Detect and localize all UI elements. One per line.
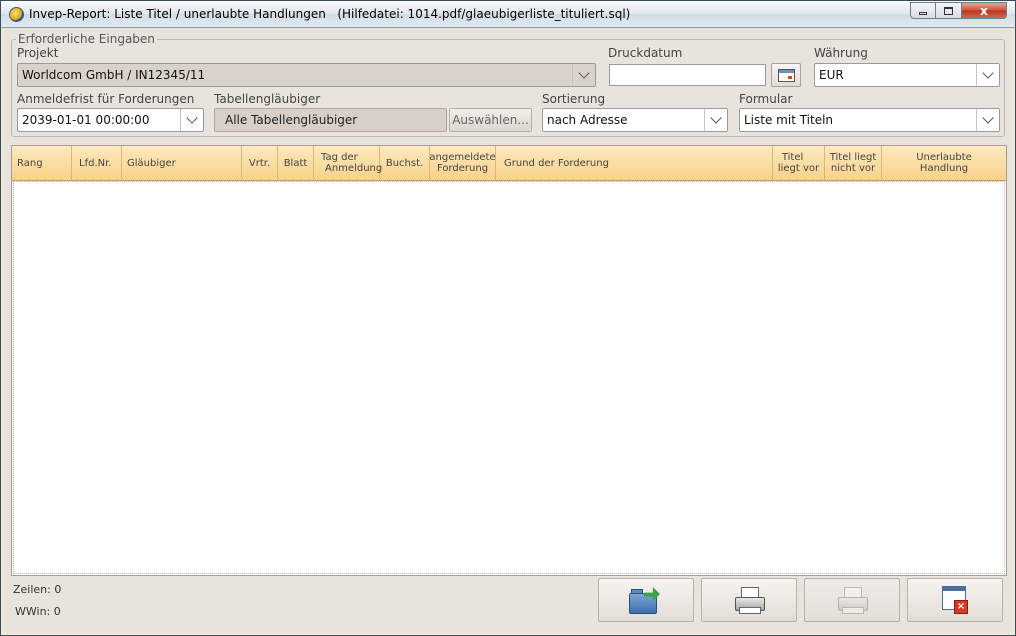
close-button[interactable]: x <box>962 2 1007 19</box>
formular-dropdown-button[interactable] <box>976 109 999 131</box>
window-title-text: Invep-Report: Liste Titel / unerlaubte H… <box>29 7 326 21</box>
window-controls: x <box>910 2 1007 19</box>
col-label: Buchst. <box>385 157 424 169</box>
anmeldefrist-combo[interactable]: 2039-01-01 00:00:00 <box>17 108 204 132</box>
col-header-blatt[interactable]: Blatt <box>278 146 314 180</box>
auswaehlen-button[interactable]: Auswählen... <box>449 108 532 132</box>
printer-preview-icon <box>837 587 868 614</box>
col-label: Tag der <box>321 152 358 163</box>
maximize-button[interactable] <box>936 2 962 19</box>
tabellenglaeubiger-field: Alle Tabellengläubiger <box>214 108 447 132</box>
minimize-button[interactable] <box>910 2 936 19</box>
projekt-value: Worldcom GmbH / IN12345/11 <box>22 68 206 82</box>
col-label: Forderung <box>436 163 489 174</box>
sortierung-value: nach Adresse <box>547 113 628 127</box>
waehrung-label: Währung <box>814 46 868 60</box>
col-label: Rang <box>17 157 43 169</box>
col-label: Titel <box>781 152 804 163</box>
chevron-down-icon <box>982 112 994 124</box>
col-label-two-line: Tag der Anmeldung <box>321 152 382 174</box>
col-label: Gläubiger <box>127 157 176 169</box>
folder-export-icon <box>629 587 663 614</box>
col-header-glaeubiger[interactable]: Gläubiger <box>122 146 242 180</box>
col-header-angemeldete-forderung[interactable]: angemeldete Forderung <box>429 146 496 180</box>
export-button[interactable] <box>598 578 694 622</box>
anmeldefrist-dropdown-button[interactable] <box>180 109 203 131</box>
col-label-two-line: Titel liegt nicht vor <box>830 152 877 174</box>
col-header-vrtr[interactable]: Vrtr. <box>242 146 278 180</box>
col-label-two-line: angemeldete Forderung <box>429 152 495 174</box>
sortierung-combo[interactable]: nach Adresse <box>542 108 728 132</box>
printer-icon <box>734 587 765 614</box>
group-title: Erforderliche Eingaben <box>18 32 155 46</box>
projekt-dropdown-button[interactable] <box>572 64 595 86</box>
col-label: Titel liegt <box>829 152 877 163</box>
client-area: Erforderliche Eingaben Projekt Worldcom … <box>4 28 1012 633</box>
col-label: angemeldete <box>429 152 496 163</box>
col-label: Grund der Forderung <box>504 157 609 169</box>
sortierung-dropdown-button[interactable] <box>704 109 727 131</box>
col-label: Handlung <box>919 163 969 174</box>
formular-label: Formular <box>739 92 793 106</box>
window-title: Invep-Report: Liste Titel / unerlaubte H… <box>29 7 630 21</box>
minimize-icon <box>919 11 927 15</box>
help-file-text: (Hilfedatei: 1014.pdf/glaeubigerliste_ti… <box>337 7 631 21</box>
col-header-titel-liegt-vor[interactable]: Titel liegt vor <box>773 146 825 180</box>
col-header-buchst[interactable]: Buchst. <box>380 146 430 180</box>
col-label: Unerlaubte <box>916 152 972 163</box>
waehrung-value: EUR <box>819 68 844 82</box>
col-header-lfd-nr[interactable]: Lfd.Nr. <box>72 146 122 180</box>
waehrung-dropdown-button[interactable] <box>976 64 999 86</box>
col-label-two-line: Titel liegt vor <box>778 152 819 174</box>
wwin-count: WWin: 0 <box>15 605 61 618</box>
calendar-button[interactable] <box>771 63 801 87</box>
table-header: Rang Lfd.Nr. Gläubiger Vrtr. Blatt Tag d… <box>12 146 1006 181</box>
col-header-rang[interactable]: Rang <box>12 146 72 180</box>
waehrung-combo[interactable]: EUR <box>814 63 1000 87</box>
col-label: Vrtr. <box>248 157 271 169</box>
projekt-combo[interactable]: Worldcom GmbH / IN12345/11 <box>17 63 596 87</box>
chevron-down-icon <box>982 67 994 79</box>
col-label: liegt vor <box>777 163 820 174</box>
col-label: Anmeldung <box>325 163 383 174</box>
zeilen-count: Zeilen: 0 <box>13 583 62 596</box>
sortierung-label: Sortierung <box>542 92 606 106</box>
print-preview-button[interactable] <box>804 578 900 622</box>
col-label: nicht vor <box>830 163 876 174</box>
projekt-label: Projekt <box>17 46 59 60</box>
report-table: Rang Lfd.Nr. Gläubiger Vrtr. Blatt Tag d… <box>11 145 1007 576</box>
title-bar[interactable]: Invep-Report: Liste Titel / unerlaubte H… <box>1 1 1015 28</box>
print-button[interactable] <box>701 578 797 622</box>
col-header-titel-liegt-nicht-vor[interactable]: Titel liegt nicht vor <box>825 146 882 180</box>
chevron-down-icon <box>710 112 722 124</box>
col-header-unerlaubte-handlung[interactable]: Unerlaubte Handlung <box>882 146 1006 180</box>
druckdatum-label: Druckdatum <box>608 46 683 60</box>
maximize-icon <box>944 6 953 15</box>
col-label: Lfd.Nr. <box>79 157 112 169</box>
col-label: Blatt <box>283 157 308 169</box>
report-window: Invep-Report: Liste Titel / unerlaubte H… <box>0 0 1016 636</box>
close-icon: x <box>980 3 988 18</box>
anmeldefrist-value: 2039-01-01 00:00:00 <box>22 113 150 127</box>
chevron-down-icon <box>186 112 198 124</box>
calendar-icon <box>777 68 795 82</box>
tabellenglaeubiger-label: Tabellengläubiger <box>214 92 321 106</box>
col-header-grund-der-forderung[interactable]: Grund der Forderung <box>496 146 773 180</box>
table-body[interactable] <box>13 181 1005 574</box>
close-report-button[interactable]: × <box>907 578 1003 622</box>
app-icon <box>9 7 24 22</box>
anmeldefrist-label: Anmeldefrist für Forderungen <box>17 92 195 106</box>
close-window-icon: × <box>942 586 968 614</box>
formular-value: Liste mit Titeln <box>744 113 834 127</box>
col-header-tag-der-anmeldung[interactable]: Tag der Anmeldung <box>314 146 382 180</box>
col-label-two-line: Unerlaubte Handlung <box>916 152 972 174</box>
druckdatum-input[interactable] <box>609 64 766 86</box>
formular-combo[interactable]: Liste mit Titeln <box>739 108 1000 132</box>
chevron-down-icon <box>578 67 590 79</box>
tabellenglaeubiger-value: Alle Tabellengläubiger <box>225 113 358 127</box>
